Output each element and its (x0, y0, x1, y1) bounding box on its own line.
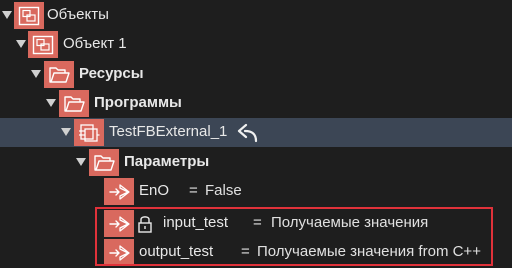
chevron-down-icon[interactable] (16, 40, 26, 48)
folder-icon (89, 149, 119, 176)
tree-item-label: TestFBExternal_1 (109, 123, 228, 140)
chevron-down-icon[interactable] (76, 158, 86, 166)
tree-item-eno[interactable]: EnO = False (0, 177, 512, 206)
function-block-icon (74, 119, 104, 146)
tree-item-resources[interactable]: Ресурсы (0, 60, 512, 89)
chevron-down-icon[interactable] (2, 11, 12, 19)
chevron-down-icon[interactable] (31, 70, 41, 78)
parameter-equals: = (253, 214, 262, 231)
parameter-value: Получаемые значения (271, 214, 429, 231)
tree-item-label: Ресурсы (79, 65, 144, 82)
parameter-name: output_test (139, 243, 214, 260)
tree-item-label: Программы (94, 94, 182, 111)
tree-item-label: Объект 1 (63, 35, 127, 52)
folder-icon (44, 61, 74, 88)
chevron-down-icon[interactable] (61, 128, 71, 136)
tree-item-parameters[interactable]: Параметры (0, 148, 512, 177)
tree-item-label: Объекты (47, 6, 109, 23)
tree-item-testfbexternal[interactable]: TestFBExternal_1 (0, 118, 512, 147)
undo-arrow-icon[interactable] (236, 122, 260, 144)
tree-item-output-test[interactable]: output_test = Получаемые значения from C… (0, 238, 512, 267)
tree-item-objects[interactable]: Объекты (0, 1, 512, 30)
chevron-down-icon[interactable] (46, 99, 56, 107)
parameter-value: False (205, 182, 242, 199)
parameter-name: input_test (163, 214, 229, 231)
tree-item-label: Параметры (124, 153, 210, 170)
object-tree: Объекты Объект 1 Ресурсы Программы TestF… (0, 0, 512, 268)
parameter-equals: = (189, 182, 198, 199)
parameter-name: EnO (139, 182, 170, 199)
folder-icon (59, 90, 89, 117)
parameter-arrow-icon (104, 178, 134, 205)
parameter-equals: = (241, 243, 250, 260)
tree-item-object-1[interactable]: Объект 1 (0, 30, 512, 59)
lock-icon (137, 214, 153, 234)
tree-item-programs[interactable]: Программы (0, 89, 512, 118)
object-block-icon (14, 2, 44, 29)
parameter-value: Получаемые значения from C++ (257, 243, 481, 260)
parameter-arrow-icon (104, 210, 134, 237)
parameter-arrow-icon (104, 239, 134, 266)
tree-item-input-test[interactable]: input_test = Получаемые значения (0, 209, 512, 238)
object-block-icon (28, 31, 58, 58)
